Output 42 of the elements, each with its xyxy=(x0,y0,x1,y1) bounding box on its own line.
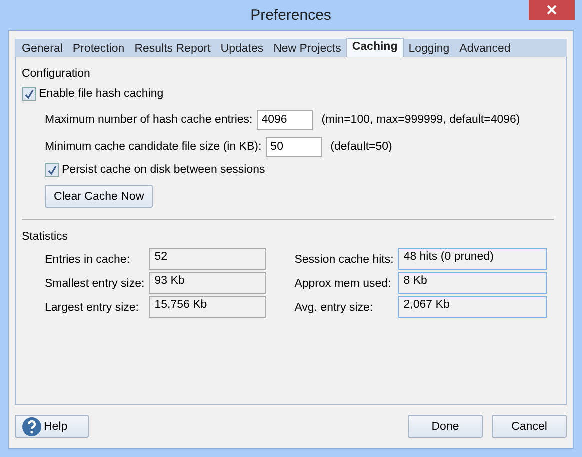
tab[interactable]: Updates xyxy=(216,41,269,57)
stat-value: 15,756 Kb xyxy=(148,296,266,318)
tab[interactable]: Results Report xyxy=(130,41,216,57)
field-label: Minimum cache candidate file size (in KB): xyxy=(45,141,263,153)
tab[interactable]: Caching xyxy=(346,38,404,57)
section-heading: Configuration xyxy=(22,68,92,80)
stat-label: Approx mem used: xyxy=(294,277,392,292)
input-field[interactable]: 4096 xyxy=(256,110,313,130)
tab[interactable]: New Projects xyxy=(268,41,346,57)
checkbox-icon[interactable] xyxy=(45,163,59,177)
stat-value: 2,067 Kb xyxy=(398,296,547,318)
tab[interactable]: General xyxy=(17,41,68,57)
stat-label: Smallest entry size: xyxy=(45,277,146,292)
tab[interactable]: Advanced xyxy=(454,41,516,57)
stat-value: 93 Kb xyxy=(148,272,266,294)
tab[interactable]: Protection xyxy=(68,41,130,57)
checkbox[interactable]: Persist cache on disk between sessions xyxy=(45,163,266,177)
tab[interactable]: Logging xyxy=(404,41,455,57)
done-button[interactable]: Done xyxy=(408,415,483,438)
stat-value: 52 xyxy=(148,248,266,270)
clear-cache-button[interactable]: Clear Cache Now xyxy=(45,185,154,208)
stat-label: Largest entry size: xyxy=(45,301,140,316)
stat-value: 8 Kb xyxy=(398,272,547,294)
section-heading: Statistics xyxy=(22,231,70,243)
field-label: Maximum number of hash cache entries: xyxy=(45,114,254,126)
stat-label: Session cache hits: xyxy=(294,253,395,268)
close-icon xyxy=(547,5,557,15)
checkbox-label: Enable file hash caching xyxy=(39,88,164,100)
help-button[interactable]: Help xyxy=(15,415,89,438)
checkbox-label: Persist cache on disk between sessions xyxy=(62,164,266,176)
stat-value: 48 hits (0 pruned) xyxy=(398,248,547,270)
stat-label: Avg. entry size: xyxy=(294,301,374,316)
input-field[interactable]: 50 xyxy=(266,137,322,157)
hint-text: (min=100, max=999999, default=4096) xyxy=(322,114,520,126)
hint-text: (default=50) xyxy=(330,141,392,153)
checkbox-icon[interactable] xyxy=(22,87,36,101)
window-title: Preferences xyxy=(250,6,332,24)
close-button[interactable] xyxy=(529,0,575,20)
checkbox[interactable]: Enable file hash caching xyxy=(22,87,164,101)
help-icon xyxy=(22,416,42,436)
stat-label: Entries in cache: xyxy=(45,253,132,268)
cancel-button[interactable]: Cancel xyxy=(492,415,567,438)
